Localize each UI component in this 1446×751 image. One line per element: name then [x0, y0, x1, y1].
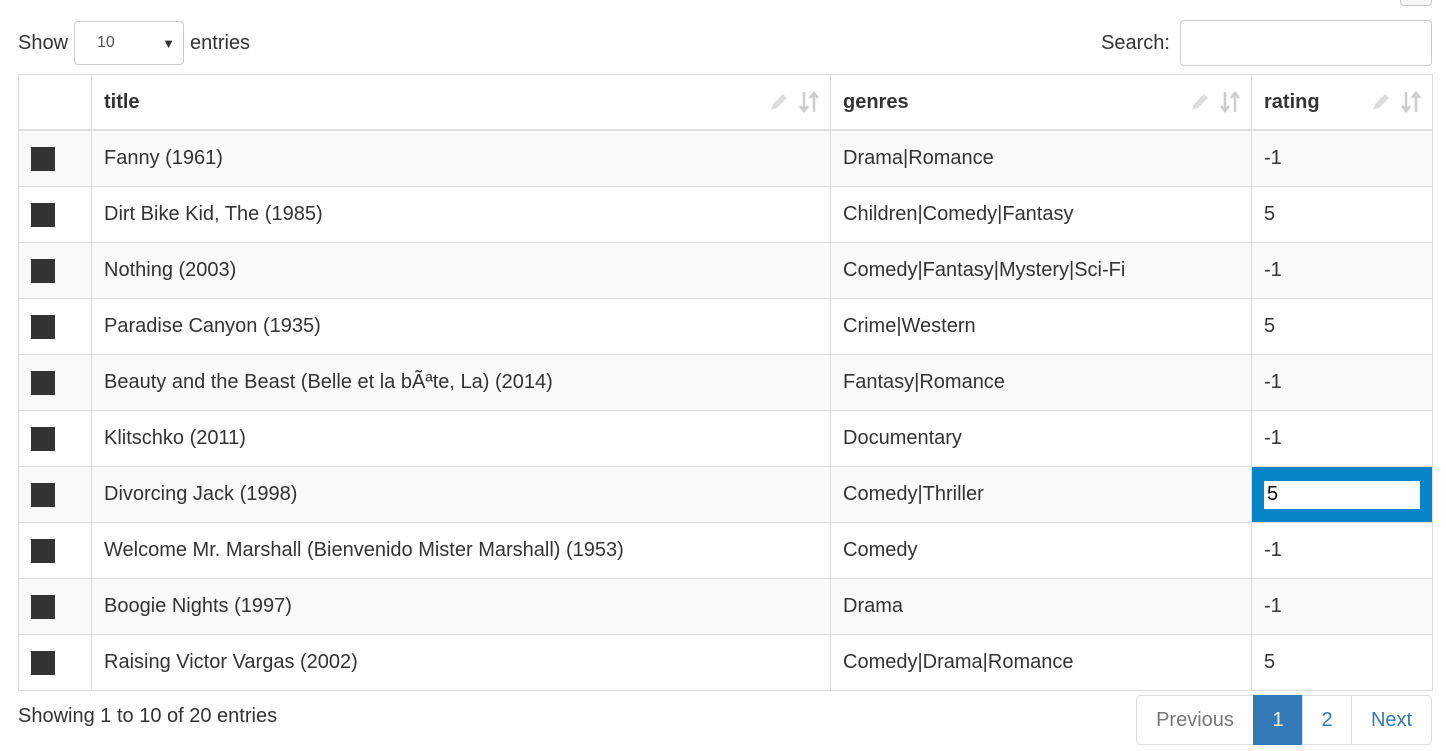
- table-row[interactable]: Divorcing Jack (1998) Comedy|Thriller: [18, 466, 1433, 523]
- rating-edit-input[interactable]: [1264, 480, 1420, 509]
- table-info: Showing 1 to 10 of 20 entries: [18, 705, 278, 727]
- cell-rating[interactable]: -1: [1251, 410, 1433, 467]
- cell-title[interactable]: Dirt Bike Kid, The (1985): [91, 186, 831, 243]
- row-select-box[interactable]: [31, 370, 55, 395]
- cell-rating[interactable]: -1: [1251, 522, 1433, 579]
- page-2-button[interactable]: 2: [1302, 695, 1352, 745]
- pencil-icon: [771, 94, 787, 110]
- cell-genres[interactable]: Crime|Western: [830, 298, 1252, 355]
- row-select-box[interactable]: [31, 202, 55, 227]
- table-row[interactable]: Nothing (2003) Comedy|Fantasy|Mystery|Sc…: [18, 242, 1433, 299]
- cell-title[interactable]: Beauty and the Beast (Belle et la bÃªte,…: [91, 354, 831, 411]
- table-row[interactable]: Dirt Bike Kid, The (1985) Children|Comed…: [18, 186, 1433, 243]
- cell-title[interactable]: Raising Victor Vargas (2002): [91, 634, 831, 691]
- table-row[interactable]: Raising Victor Vargas (2002) Comedy|Dram…: [18, 634, 1433, 691]
- sort-icon[interactable]: [1219, 90, 1241, 114]
- row-select-box[interactable]: [31, 314, 55, 339]
- row-select-box[interactable]: [31, 146, 55, 171]
- cell-genres[interactable]: Fantasy|Romance: [830, 354, 1252, 411]
- cell-rating[interactable]: 5: [1251, 186, 1433, 243]
- cell-genres[interactable]: Drama|Romance: [830, 129, 1252, 187]
- cell-title[interactable]: Welcome Mr. Marshall (Bienvenido Mister …: [91, 522, 831, 579]
- cell-rating[interactable]: 5: [1251, 634, 1433, 691]
- page-1-button[interactable]: 1: [1253, 695, 1303, 745]
- previous-button[interactable]: Previous: [1136, 695, 1254, 745]
- entries-per-page-value: 10: [97, 34, 115, 51]
- header-title[interactable]: title: [91, 74, 831, 131]
- header-genres[interactable]: genres: [830, 74, 1252, 131]
- pencil-icon: [1373, 94, 1389, 110]
- header-rating-label: rating: [1264, 90, 1320, 113]
- header-row: title genres rating: [18, 74, 1433, 131]
- cell-title[interactable]: Klitschko (2011): [91, 410, 831, 467]
- row-select-cell[interactable]: [18, 354, 92, 411]
- chevron-down-icon: ▼: [162, 35, 176, 51]
- cell-genres[interactable]: Comedy|Fantasy|Mystery|Sci-Fi: [830, 242, 1252, 299]
- row-select-cell[interactable]: [18, 466, 92, 523]
- cell-genres[interactable]: Documentary: [830, 410, 1252, 467]
- table-row[interactable]: Klitschko (2011) Documentary -1: [18, 410, 1433, 467]
- length-menu: Show 10 ▼ entries: [18, 21, 250, 65]
- top-corner-button[interactable]: [1400, 0, 1432, 6]
- entries-label: entries: [190, 31, 251, 54]
- data-table: title genres rating Fanny (1961) Drama|R…: [18, 74, 1433, 691]
- next-button[interactable]: Next: [1351, 695, 1432, 745]
- table-row[interactable]: Beauty and the Beast (Belle et la bÃªte,…: [18, 354, 1433, 411]
- cell-rating[interactable]: -1: [1251, 242, 1433, 299]
- table-row[interactable]: Fanny (1961) Drama|Romance -1: [18, 129, 1433, 187]
- table-row[interactable]: Welcome Mr. Marshall (Bienvenido Mister …: [18, 522, 1433, 579]
- pagination: Previous 1 2 Next: [1136, 695, 1432, 745]
- row-select-cell[interactable]: [18, 522, 92, 579]
- cell-rating-editing[interactable]: [1251, 466, 1433, 523]
- row-select-box[interactable]: [31, 426, 55, 451]
- table-row[interactable]: Paradise Canyon (1935) Crime|Western 5: [18, 298, 1433, 355]
- header-select: [18, 74, 92, 131]
- cell-rating[interactable]: -1: [1251, 129, 1433, 187]
- cell-genres[interactable]: Comedy|Thriller: [830, 466, 1252, 523]
- pencil-icon: [1192, 94, 1208, 110]
- entries-per-page-select[interactable]: 10 ▼: [74, 21, 185, 65]
- row-select-cell[interactable]: [18, 410, 92, 467]
- row-select-cell[interactable]: [18, 298, 92, 355]
- cell-title[interactable]: Paradise Canyon (1935): [91, 298, 831, 355]
- header-rating[interactable]: rating: [1251, 74, 1433, 131]
- cell-title[interactable]: Divorcing Jack (1998): [91, 466, 831, 523]
- row-select-cell[interactable]: [18, 186, 92, 243]
- header-genres-label: genres: [843, 90, 909, 113]
- row-select-box[interactable]: [31, 538, 55, 563]
- row-select-cell[interactable]: [18, 578, 92, 635]
- cell-genres[interactable]: Children|Comedy|Fantasy: [830, 186, 1252, 243]
- row-select-box[interactable]: [31, 258, 55, 283]
- row-select-box[interactable]: [31, 594, 55, 619]
- row-select-cell[interactable]: [18, 129, 92, 187]
- row-select-box[interactable]: [31, 482, 55, 507]
- row-select-box[interactable]: [31, 650, 55, 675]
- cell-title[interactable]: Boogie Nights (1997): [91, 578, 831, 635]
- search-label: Search:: [1101, 31, 1170, 54]
- cell-rating[interactable]: -1: [1251, 354, 1433, 411]
- row-select-cell[interactable]: [18, 634, 92, 691]
- sort-icon[interactable]: [1400, 90, 1422, 114]
- cell-genres[interactable]: Comedy|Drama|Romance: [830, 634, 1252, 691]
- row-select-cell[interactable]: [18, 242, 92, 299]
- cell-title[interactable]: Fanny (1961): [91, 129, 831, 187]
- sort-icon[interactable]: [798, 90, 820, 114]
- table-row[interactable]: Boogie Nights (1997) Drama -1: [18, 578, 1433, 635]
- show-label: Show: [18, 31, 69, 54]
- cell-rating[interactable]: -1: [1251, 578, 1433, 635]
- cell-title[interactable]: Nothing (2003): [91, 242, 831, 299]
- cell-rating[interactable]: 5: [1251, 298, 1433, 355]
- search-input[interactable]: [1180, 20, 1432, 66]
- cell-genres[interactable]: Drama: [830, 578, 1252, 635]
- header-title-label: title: [104, 90, 140, 113]
- cell-genres[interactable]: Comedy: [830, 522, 1252, 579]
- search-bar: Search:: [1101, 20, 1432, 66]
